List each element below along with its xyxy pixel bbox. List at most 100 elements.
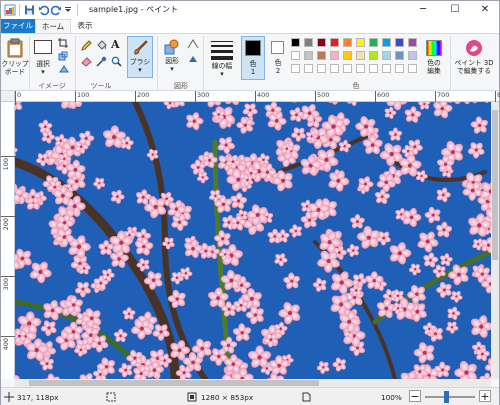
palette-color-swatch[interactable] bbox=[330, 38, 339, 47]
palette-color-swatch[interactable] bbox=[356, 51, 365, 60]
minimize-button[interactable]: ─ bbox=[408, 1, 438, 19]
maximize-button[interactable]: ☐ bbox=[440, 1, 470, 19]
zoom-out-button[interactable]: − bbox=[409, 390, 421, 403]
ruler-top-tick bbox=[135, 91, 136, 102]
palette-color-swatch[interactable] bbox=[304, 64, 313, 73]
ruler-left-tick-label: 200 bbox=[2, 218, 10, 231]
line-width-button[interactable]: 線の幅 ▾ bbox=[207, 36, 237, 78]
paint3d-label: ペイント 3D で編集する bbox=[454, 59, 494, 75]
palette-color-swatch[interactable] bbox=[395, 38, 404, 47]
window-title: sample1.jpg - ペイント bbox=[89, 5, 179, 14]
color1-button[interactable]: 色 1 bbox=[241, 36, 265, 80]
palette-color-swatch[interactable] bbox=[369, 64, 378, 73]
palette-color-swatch[interactable] bbox=[291, 51, 300, 60]
select-button[interactable]: 選択 ▾ bbox=[32, 36, 54, 78]
palette-color-swatch[interactable] bbox=[330, 64, 339, 73]
horizontal-scrollbar[interactable] bbox=[15, 379, 491, 387]
magnifier-icon[interactable] bbox=[111, 56, 122, 67]
shapes-group-label: 図形 bbox=[174, 82, 188, 90]
palette-color-swatch[interactable] bbox=[382, 64, 391, 73]
ruler-left-tick-label: 100 bbox=[2, 158, 10, 171]
tab-view[interactable]: 表示 bbox=[73, 19, 97, 33]
resize-icon[interactable] bbox=[58, 51, 68, 61]
ruler-left-tick bbox=[1, 216, 15, 217]
palette-color-swatch[interactable] bbox=[343, 64, 352, 73]
drawing-canvas[interactable] bbox=[15, 102, 491, 379]
palette-color-swatch[interactable] bbox=[291, 64, 300, 73]
clipboard-label: クリップ ボード bbox=[1, 60, 29, 76]
eraser-icon[interactable] bbox=[81, 56, 92, 67]
customize-qa-icon[interactable] bbox=[64, 4, 72, 16]
palette-color-swatch[interactable] bbox=[408, 51, 417, 60]
redo-icon[interactable] bbox=[51, 4, 62, 16]
palette-color-swatch[interactable] bbox=[382, 38, 391, 47]
palette-color-swatch[interactable] bbox=[343, 51, 352, 60]
select-dropdown-icon: ▾ bbox=[41, 68, 45, 76]
ruler-top-tick-label: 200 bbox=[137, 91, 150, 99]
ruler-top-tick-label: 700 bbox=[437, 91, 450, 99]
color2-button[interactable]: 色 2 bbox=[267, 36, 289, 80]
palette-color-swatch[interactable] bbox=[369, 38, 378, 47]
palette-color-swatch[interactable] bbox=[369, 51, 378, 60]
status-bar: 317, 118px 1280 × 853px 100% − + bbox=[1, 387, 499, 405]
maximize-icon: ☐ bbox=[450, 4, 460, 15]
outline-icon[interactable] bbox=[187, 39, 199, 49]
tools-group-label: ツール bbox=[90, 82, 112, 90]
fill-icon[interactable] bbox=[96, 40, 107, 51]
text-icon[interactable]: A bbox=[111, 38, 120, 51]
separator bbox=[29, 36, 30, 90]
color-picker-icon[interactable] bbox=[96, 56, 107, 67]
zoom-in-button[interactable]: + bbox=[479, 390, 491, 403]
paint-app-icon bbox=[4, 4, 16, 16]
ruler-left: 100 200 300 400 bbox=[1, 102, 15, 379]
pencil-icon[interactable] bbox=[81, 40, 92, 51]
zoom-slider[interactable] bbox=[425, 391, 475, 403]
palette-color-swatch[interactable] bbox=[408, 38, 417, 47]
palette-color-swatch[interactable] bbox=[317, 38, 326, 47]
tab-home[interactable]: ホーム bbox=[35, 19, 71, 33]
rotate-icon[interactable] bbox=[58, 64, 70, 74]
vertical-scroll-thumb[interactable] bbox=[492, 110, 498, 260]
brush-button[interactable]: ブラシ ▾ bbox=[127, 36, 153, 78]
palette-color-swatch[interactable] bbox=[317, 64, 326, 73]
palette-color-swatch[interactable] bbox=[330, 51, 339, 60]
palette-color-swatch[interactable] bbox=[356, 38, 365, 47]
palette-color-swatch[interactable] bbox=[343, 38, 352, 47]
vertical-scrollbar[interactable] bbox=[491, 102, 499, 379]
crop-icon[interactable] bbox=[58, 38, 68, 48]
minimize-icon: ─ bbox=[419, 4, 427, 15]
brush-label: ブラシ bbox=[129, 58, 151, 66]
shapes-dropdown-icon: ▾ bbox=[170, 65, 174, 73]
undo-icon[interactable] bbox=[38, 4, 49, 16]
edit-colors-button[interactable]: 色の 編集 bbox=[421, 36, 447, 78]
zoom-slider-thumb[interactable] bbox=[444, 391, 449, 403]
horizontal-scroll-thumb[interactable] bbox=[29, 380, 319, 386]
tab-file[interactable]: ファイル bbox=[1, 19, 35, 33]
color2-label: 色 2 bbox=[274, 59, 282, 75]
image-size-icon bbox=[187, 392, 197, 402]
palette-color-swatch[interactable] bbox=[408, 64, 417, 73]
shapes-button[interactable]: 図形 ▾ bbox=[161, 36, 183, 78]
palette-color-swatch[interactable] bbox=[382, 51, 391, 60]
image-group-label: イメージ bbox=[38, 82, 66, 90]
palette-color-swatch[interactable] bbox=[291, 38, 300, 47]
palette-color-swatch[interactable] bbox=[395, 51, 404, 60]
ruler-top-tick bbox=[75, 91, 76, 102]
color-palette bbox=[291, 38, 421, 78]
separator bbox=[450, 36, 451, 90]
paint3d-button[interactable]: ペイント 3D で編集する bbox=[452, 36, 496, 78]
fill-style-icon[interactable] bbox=[187, 54, 199, 64]
clipboard-button[interactable]: クリップ ボード bbox=[1, 36, 29, 78]
ruler-top-tick bbox=[495, 91, 496, 102]
selection-rect-icon bbox=[34, 40, 52, 54]
palette-color-swatch[interactable] bbox=[317, 51, 326, 60]
qa-separator bbox=[19, 4, 20, 16]
save-icon[interactable] bbox=[24, 4, 35, 16]
ruler-top-tick bbox=[15, 91, 16, 102]
paint-window: sample1.jpg - ペイント ─ ☐ ✕ ファイル ホーム 表示 クリッ… bbox=[0, 0, 500, 405]
palette-color-swatch[interactable] bbox=[395, 64, 404, 73]
palette-color-swatch[interactable] bbox=[356, 64, 365, 73]
palette-color-swatch[interactable] bbox=[304, 51, 313, 60]
palette-color-swatch[interactable] bbox=[304, 38, 313, 47]
close-button[interactable]: ✕ bbox=[470, 1, 500, 19]
